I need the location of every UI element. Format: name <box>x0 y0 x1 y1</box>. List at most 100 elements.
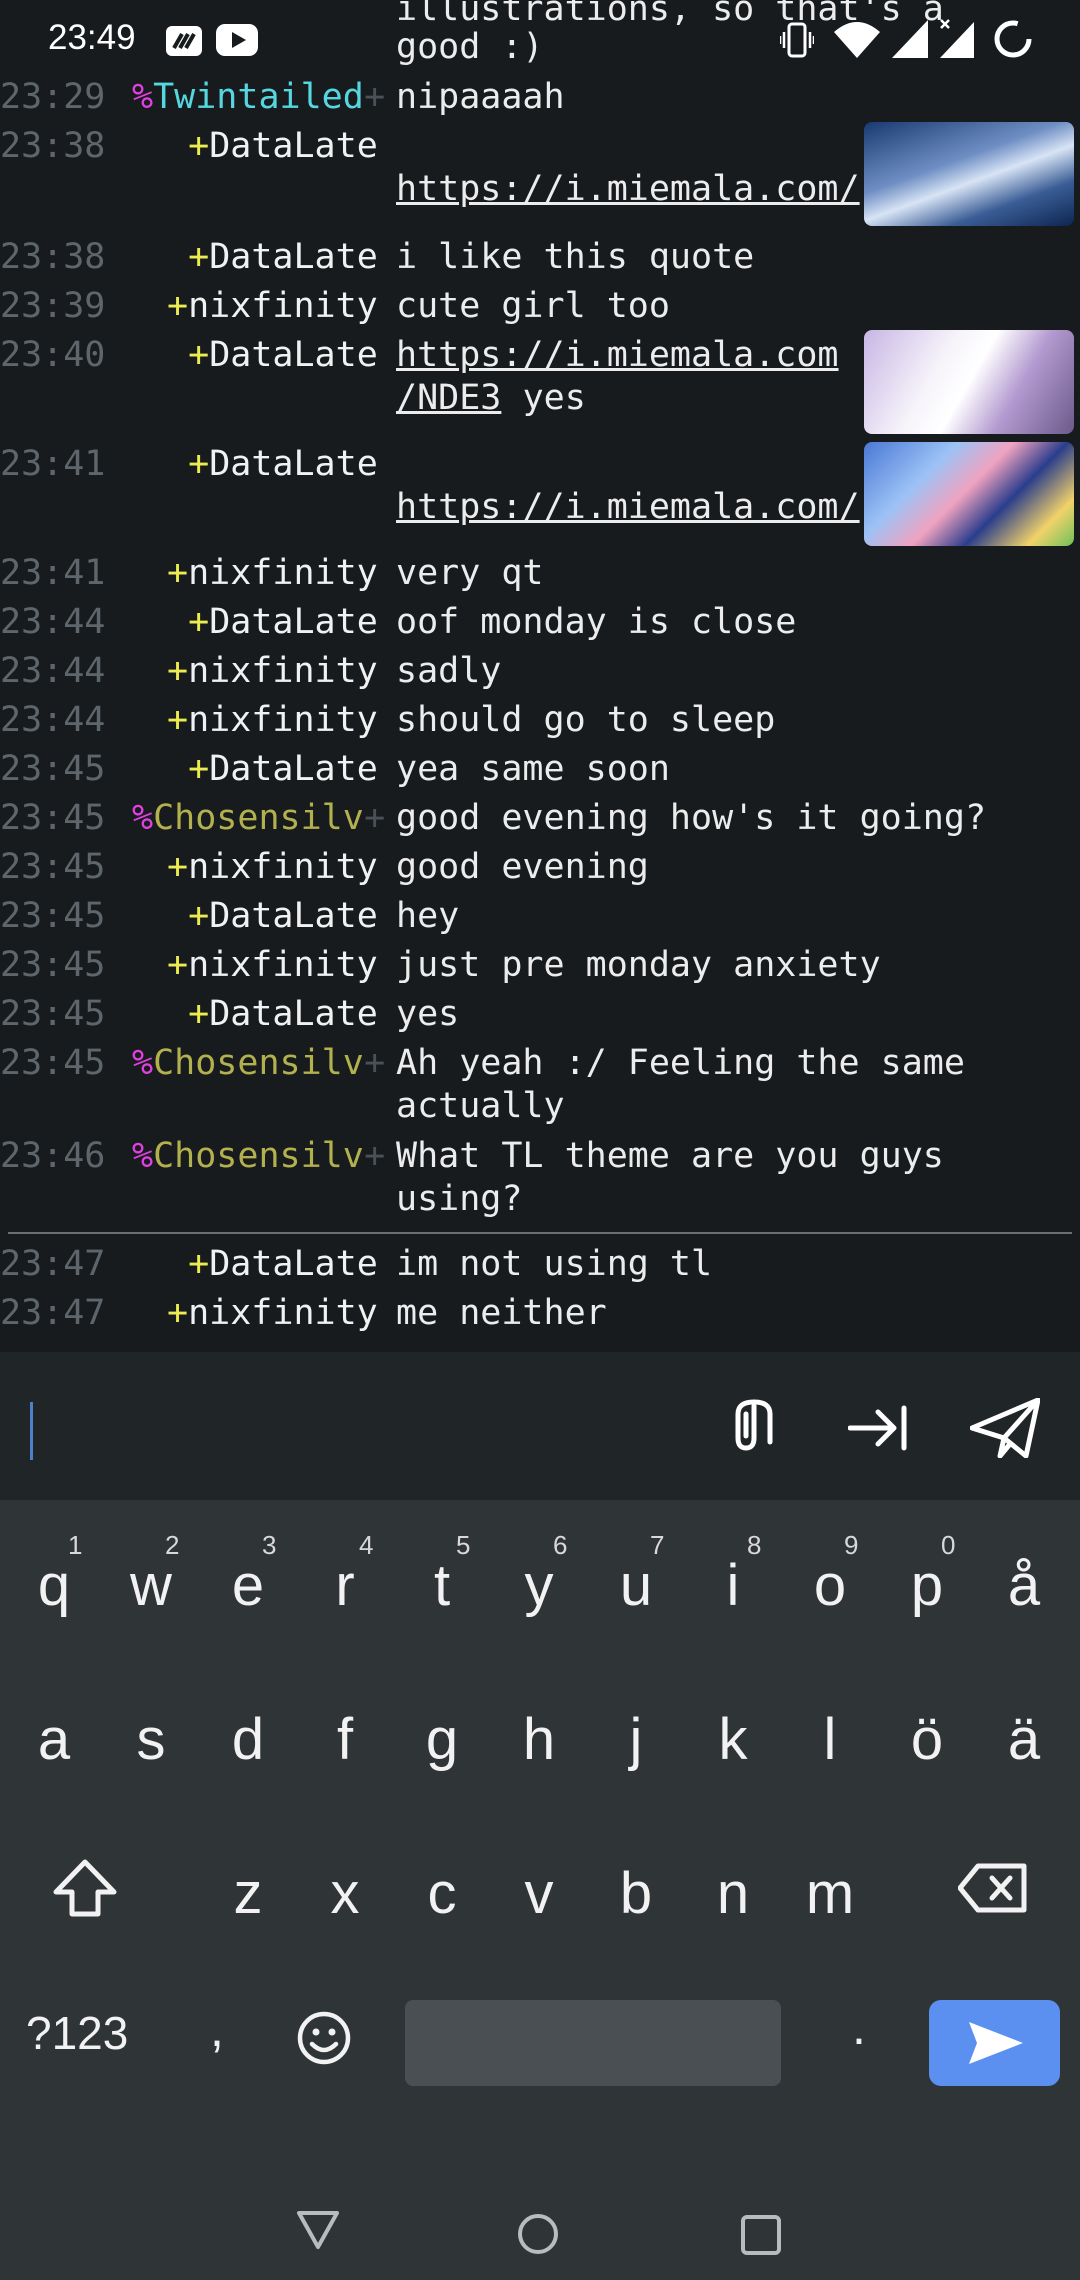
key-label: j <box>629 1707 643 1772</box>
key-hint: 5 <box>456 1530 471 1560</box>
key-t[interactable]: t5 <box>394 1510 490 1630</box>
nickname[interactable]: nixfinity <box>188 285 378 328</box>
message-text: me neither <box>396 1293 607 1333</box>
key-e[interactable]: e3 <box>200 1510 296 1630</box>
key-k[interactable]: k <box>685 1664 781 1784</box>
nick-mode-prefix: + <box>188 1244 210 1284</box>
key-j[interactable]: j <box>588 1664 684 1784</box>
key-label: m <box>805 1861 855 1926</box>
key-label: r <box>335 1553 355 1618</box>
key-z[interactable]: z <box>200 1818 296 1938</box>
key-label: l <box>823 1707 837 1772</box>
key-g[interactable]: g <box>394 1664 490 1784</box>
nickname[interactable]: DataLate <box>209 443 378 486</box>
key-label: b <box>619 1861 653 1926</box>
message-link[interactable]: https://i.miemala.com/ <box>396 168 860 211</box>
shift-icon[interactable] <box>52 1858 118 1918</box>
message-timestamp: 23:45 <box>0 798 106 838</box>
message-input-bar <box>0 1352 1080 1500</box>
nickname[interactable]: nixfinity <box>188 552 378 595</box>
nickname[interactable]: Chosensilv <box>153 1135 364 1178</box>
key-o[interactable]: o9 <box>782 1510 878 1630</box>
key-s[interactable]: s <box>103 1664 199 1784</box>
attach-icon[interactable] <box>726 1398 784 1458</box>
key-x[interactable]: x <box>297 1818 393 1938</box>
key-d[interactable]: d <box>200 1664 296 1784</box>
nickname[interactable]: nixfinity <box>188 944 378 987</box>
anime-thumbnail-2[interactable] <box>864 330 1074 434</box>
nickname[interactable]: Twintailed <box>153 76 364 119</box>
key-label: n <box>716 1861 750 1926</box>
nickname[interactable]: DataLate <box>209 993 378 1036</box>
nickname[interactable]: DataLate <box>209 125 378 168</box>
read-marker-divider <box>8 1232 1072 1234</box>
period-key[interactable]: . <box>852 1998 866 2056</box>
nickname[interactable]: nixfinity <box>188 1292 378 1335</box>
nick-mode-prefix: + <box>188 749 210 789</box>
nickname[interactable]: Chosensilv <box>153 797 364 840</box>
key-å[interactable]: å <box>976 1510 1072 1630</box>
backspace-icon[interactable] <box>958 1862 1028 1914</box>
key-q[interactable]: q1 <box>6 1510 102 1630</box>
nickname[interactable]: nixfinity <box>188 650 378 693</box>
nickname[interactable]: DataLate <box>209 748 378 791</box>
anime-thumbnail-3[interactable] <box>864 442 1074 546</box>
key-n[interactable]: n <box>685 1818 781 1938</box>
key-ä[interactable]: ä <box>976 1664 1072 1784</box>
key-a[interactable]: a <box>6 1664 102 1784</box>
enter-key[interactable] <box>929 2000 1060 2086</box>
comma-key[interactable]: , <box>210 2000 224 2058</box>
tab-complete-icon[interactable] <box>848 1402 912 1454</box>
nickname[interactable]: DataLate <box>209 601 378 644</box>
key-b[interactable]: b <box>588 1818 684 1938</box>
send-icon[interactable] <box>970 1398 1040 1458</box>
key-m[interactable]: m <box>782 1818 878 1938</box>
key-label: i <box>726 1553 740 1618</box>
message-timestamp: 23:29 <box>0 77 106 117</box>
key-h[interactable]: h <box>491 1664 587 1784</box>
nickname[interactable]: DataLate <box>209 334 378 377</box>
message-text: nipaaaah <box>396 77 565 117</box>
nickname[interactable]: DataLate <box>209 895 378 938</box>
key-i[interactable]: i8 <box>685 1510 781 1630</box>
anime-thumbnail-1[interactable] <box>864 122 1074 226</box>
key-hint: 7 <box>650 1530 665 1560</box>
symbols-key[interactable]: ?123 <box>26 2006 128 2060</box>
key-c[interactable]: c <box>394 1818 490 1938</box>
nickname[interactable]: Chosensilv <box>153 1042 364 1085</box>
nickname[interactable]: nixfinity <box>188 846 378 889</box>
message-timestamp: 23:44 <box>0 651 106 691</box>
chat-buffer[interactable]: illustrations, so that's a good :) 23:29… <box>0 0 1080 1352</box>
message-link[interactable]: /NDE3 <box>396 377 501 420</box>
space-key[interactable] <box>405 2000 781 2086</box>
home-icon[interactable] <box>516 2212 560 2256</box>
key-label: d <box>231 1707 265 1772</box>
key-f[interactable]: f <box>297 1664 393 1784</box>
back-icon[interactable] <box>296 2210 340 2250</box>
message-input[interactable] <box>30 1402 33 1460</box>
message-link[interactable]: https://i.miemala.com/ <box>396 486 860 529</box>
nickname[interactable]: nixfinity <box>188 699 378 742</box>
status-time: 23:49 <box>48 18 136 57</box>
key-ö[interactable]: ö <box>879 1664 975 1784</box>
key-u[interactable]: u7 <box>588 1510 684 1630</box>
key-p[interactable]: p0 <box>879 1510 975 1630</box>
key-label: w <box>130 1553 172 1618</box>
message-text: yea same soon <box>396 749 670 789</box>
message-text: Ah yeah :/ Feeling the same <box>396 1043 965 1083</box>
key-w[interactable]: w2 <box>103 1510 199 1630</box>
key-label: e <box>231 1553 265 1618</box>
message-timestamp: 23:45 <box>0 896 106 936</box>
nickname[interactable]: DataLate <box>209 1243 378 1286</box>
nickname[interactable]: DataLate <box>209 236 378 279</box>
key-y[interactable]: y6 <box>491 1510 587 1630</box>
emoji-icon[interactable] <box>296 2010 352 2066</box>
key-v[interactable]: v <box>491 1818 587 1938</box>
message-timestamp: 23:47 <box>0 1244 106 1284</box>
message-timestamp: 23:40 <box>0 335 106 375</box>
recents-icon[interactable] <box>740 2214 782 2256</box>
send-arrow-icon <box>969 2022 1023 2064</box>
key-r[interactable]: r4 <box>297 1510 393 1630</box>
key-l[interactable]: l <box>782 1664 878 1784</box>
message-text[interactable]: https://i.miemala.com <box>396 334 839 377</box>
